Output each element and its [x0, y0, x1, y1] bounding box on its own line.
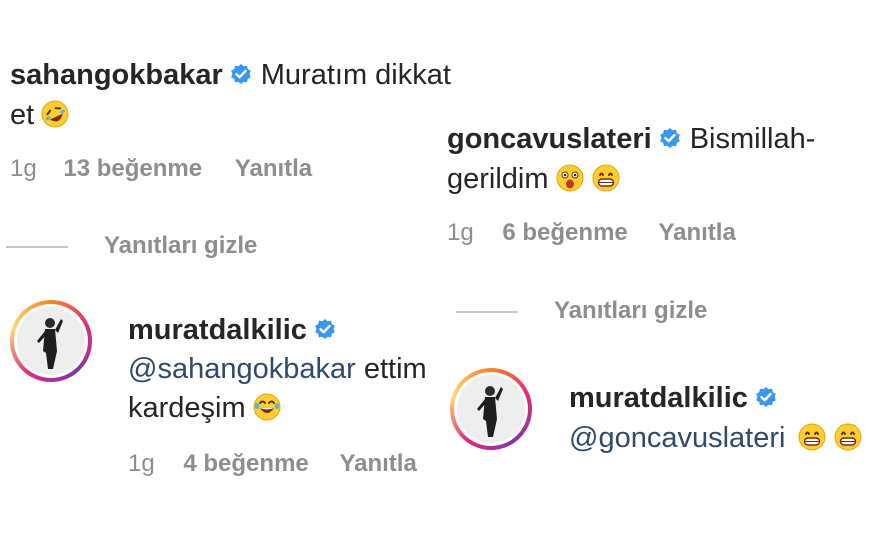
likes-count[interactable]: 6 beğenme [502, 219, 627, 246]
divider [6, 245, 68, 248]
hide-replies-button[interactable]: Yanıtları gizle [456, 297, 707, 325]
reply-button[interactable]: Yanıtla [658, 219, 735, 246]
person-icon [457, 375, 525, 443]
grinning-emoji-icon [798, 423, 826, 451]
reply-button[interactable]: Yanıtla [235, 155, 312, 182]
hide-replies-button[interactable]: Yanıtları gizle [6, 232, 257, 260]
time: 1g [447, 219, 474, 246]
reply-text: @sahangokbakar ettim [128, 353, 427, 385]
verified-badge-icon [756, 387, 776, 407]
grinning-emoji-icon [834, 423, 862, 451]
username[interactable]: goncavuslateri [447, 123, 652, 155]
likes-count[interactable]: 4 beğenme [183, 450, 308, 477]
reply-muratdalkilic-header: muratdalkilic [128, 313, 345, 347]
comment-goncavuslateri: goncavuslateri Bismillah- [447, 122, 815, 156]
rofl-emoji-icon [41, 100, 69, 128]
reply-text-line2: kardeşim [128, 391, 282, 425]
reply-meta: 1g 4 beğenme Yanıtla [128, 450, 417, 478]
reply-button[interactable]: Yanıtla [339, 450, 416, 477]
comment-text: Bismillah- [689, 123, 816, 155]
comment-meta: 1g 13 beğenme Yanıtla [10, 155, 312, 183]
username[interactable]: muratdalkilic [128, 314, 307, 346]
comment-meta: 1g 6 beğenme Yanıtla [447, 219, 736, 247]
time: 1g [128, 450, 155, 477]
avatar-muratdalkilic[interactable] [10, 300, 92, 382]
mention-link[interactable]: @goncavuslateri [569, 422, 785, 454]
comment-sahangokbakar: sahangokbakar Muratım dikkat [10, 58, 451, 92]
verified-badge-icon [315, 319, 335, 339]
verified-badge-icon [230, 64, 251, 84]
mention-link[interactable]: @sahangokbakar [128, 353, 356, 385]
astonished-emoji-icon [556, 164, 584, 192]
username[interactable]: muratdalkilic [569, 382, 748, 414]
person-icon [17, 307, 85, 375]
comment-text-line2: et [10, 98, 70, 132]
username[interactable]: sahangokbakar [10, 59, 223, 91]
avatar-muratdalkilic[interactable] [450, 368, 532, 450]
likes-count[interactable]: 13 beğenme [63, 155, 202, 182]
comment-text: Muratım dikkat [260, 59, 451, 91]
tears-of-joy-emoji-icon [253, 393, 281, 421]
reply-muratdalkilic-header: muratdalkilic [569, 381, 786, 415]
verified-badge-icon [659, 128, 680, 148]
grinning-emoji-icon [592, 164, 620, 192]
divider [456, 310, 518, 313]
comment-text-line2: gerildim [447, 162, 621, 196]
time: 1g [10, 155, 37, 182]
reply-text: @goncavuslateri [569, 421, 863, 455]
